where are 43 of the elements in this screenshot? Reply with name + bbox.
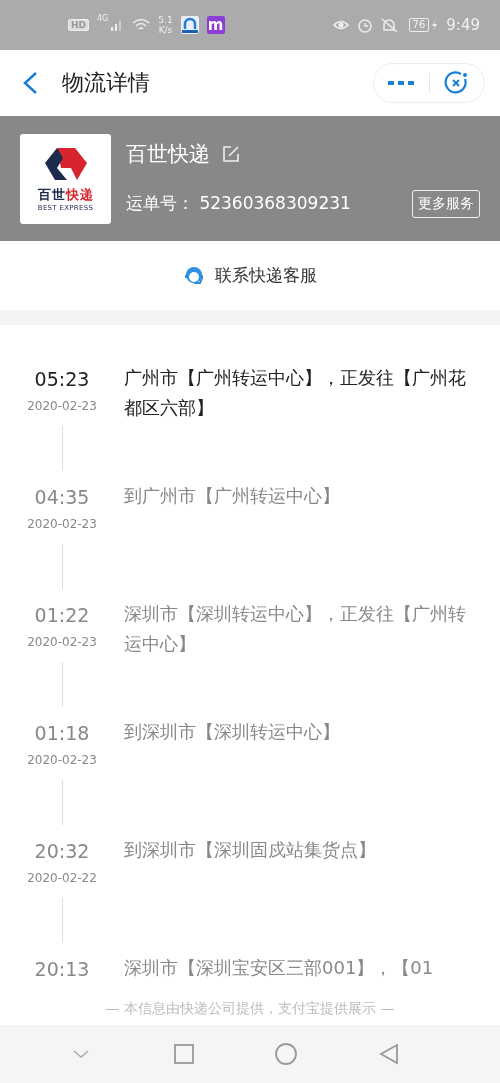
event-description: 到深圳市【深圳固戍站集货点】 (124, 838, 377, 862)
logo-wordmark: 百世快递 (37, 185, 94, 204)
clock-time: 9:49 (446, 16, 480, 34)
contact-courier-button[interactable]: 联系快递客服 (215, 264, 317, 287)
more-icon (388, 80, 415, 86)
event-time: 01:18 (34, 721, 90, 746)
event-description: 到深圳市【深圳转运中心】 (124, 720, 341, 744)
alarm-icon (357, 19, 372, 33)
bell-off-icon (380, 18, 398, 33)
app-icon (180, 16, 199, 34)
event-description: 广州市【广州转运中心】，正发往【广州花都区六部】 (124, 366, 467, 420)
event-date: 2020-02-22 (27, 870, 97, 887)
eye-icon (332, 20, 349, 30)
edit-icon[interactable] (222, 144, 240, 163)
close-icon (443, 70, 470, 96)
charging-icon (431, 19, 439, 31)
event-description: 深圳市【深圳宝安区三部001】，【01 (124, 956, 435, 980)
courier-name: 百世快递 (126, 140, 210, 168)
battery-level: 76 (408, 18, 430, 32)
event-time: 20:13 (34, 957, 90, 982)
speed-unit: K/s (158, 25, 173, 35)
event-time: 04:35 (34, 485, 90, 510)
hd-badge: HD (68, 19, 89, 31)
recent-apps-icon[interactable] (172, 1043, 195, 1065)
waybill-number: 运单号： 52360368309231 (126, 192, 352, 215)
event-date: 2020-02-23 (27, 752, 97, 769)
event-date: 2020-02-23 (27, 634, 97, 651)
provider-note: — 本信息由快递公司提供，支付宝提供展示 — (105, 999, 395, 1018)
event-date: 2020-02-23 (27, 516, 97, 533)
speed-value: 5.1 (158, 15, 173, 25)
network-label: 4G (97, 14, 109, 23)
event-time: 20:32 (34, 839, 90, 864)
more-services-button[interactable]: 更多服务 (412, 189, 480, 218)
event-time: 05:23 (34, 367, 90, 392)
wifi-icon (132, 18, 151, 32)
event-description: 到广州市【广州转运中心】 (124, 484, 341, 508)
event-description: 深圳市【深圳转运中心】，正发往【广州转运中心】 (124, 602, 467, 656)
home-icon[interactable] (275, 1043, 298, 1065)
event-date: 2020-02-23 (27, 398, 97, 415)
app-icon: m (206, 16, 225, 34)
page-title: 物流详情 (62, 69, 151, 97)
event-time: 01:22 (34, 603, 90, 628)
back-icon[interactable] (377, 1043, 400, 1065)
